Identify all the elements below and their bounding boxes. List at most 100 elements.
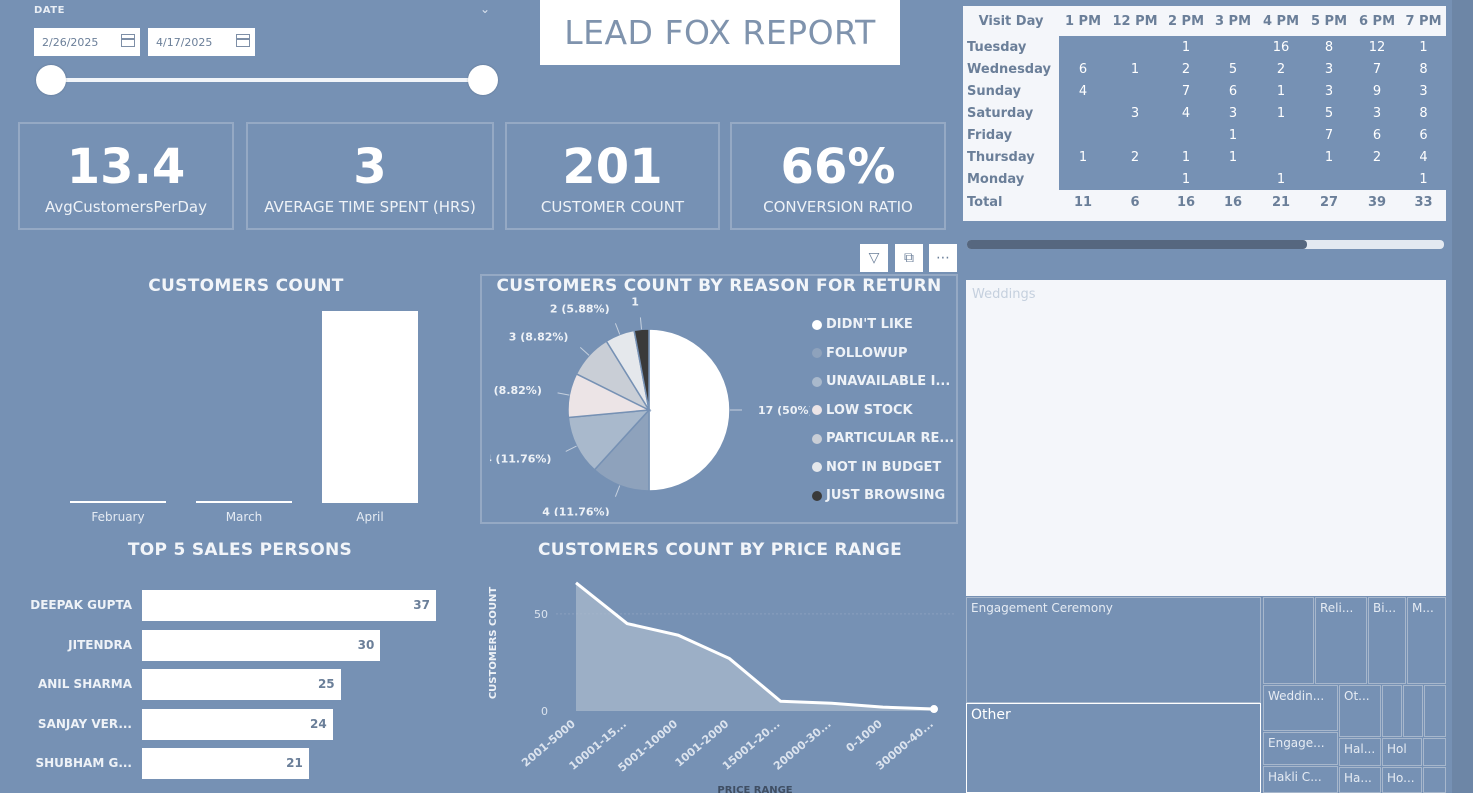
matrix-cell [1107, 168, 1163, 190]
treemap-cell[interactable]: Weddin... [1263, 685, 1338, 731]
matrix-cell: 1 [1059, 146, 1107, 168]
treemap-cell[interactable]: Ho... [1382, 767, 1422, 793]
reason-pie-chart[interactable]: 17 (50%) 4 (11.76%) 4 (11.76%) 3 (8.82%) 3 (… [490, 296, 810, 516]
calendar-icon[interactable] [121, 34, 135, 47]
matrix-row[interactable]: Friday 1 7 6 6 [963, 124, 1446, 146]
chevron-down-icon[interactable]: ⌄ [480, 2, 490, 16]
treemap-cell[interactable]: Hol [1382, 738, 1422, 766]
visit-day-matrix[interactable]: Visit Day 1 PM 12 PM 2 PM 3 PM 4 PM 5 PM 6 PM 7 … [963, 6, 1446, 221]
x-axis-label: PRICE RANGE [717, 785, 792, 793]
matrix-row[interactable]: Wednesday 6 1 2 5 2 3 7 8 [963, 58, 1446, 80]
legend-item[interactable]: JUST BROWSING [812, 488, 945, 503]
matrix-column-header[interactable]: 5 PM [1305, 6, 1353, 36]
treemap-cell[interactable]: M... [1407, 597, 1446, 684]
treemap-cell-engagement[interactable]: Engagement Ceremony [966, 597, 1261, 703]
matrix-column-header[interactable]: 1 PM [1059, 6, 1107, 36]
price-area-chart[interactable]: 0502001-500010001-15...5001-100001001-20… [480, 565, 960, 793]
sales-bar[interactable]: 30 [142, 629, 381, 661]
legend-item[interactable]: DIDN'T LIKE [812, 317, 913, 332]
legend-item[interactable]: UNAVAILABLE I... [812, 374, 950, 389]
matrix-total-row[interactable]: Total 11 6 16 16 21 27 39 33 [963, 190, 1446, 214]
matrix-cell [1257, 124, 1305, 146]
treemap-cell[interactable] [1423, 767, 1446, 793]
matrix-cell: 1 [1257, 102, 1305, 124]
scrollbar-thumb[interactable] [967, 240, 1307, 249]
treemap-label: Hol [1387, 742, 1407, 756]
legend-item[interactable]: NOT IN BUDGET [812, 460, 941, 475]
treemap-cell[interactable]: Ot... [1339, 685, 1381, 737]
treemap-cell[interactable]: Hakli C... [1263, 766, 1338, 793]
sales-person-label: SHUBHAM G... [35, 756, 132, 770]
pie-data-label: 2 (5.88%) [550, 302, 610, 315]
start-date-value: 2/26/2025 [42, 35, 99, 49]
kpi-label: AVERAGE TIME SPENT (HRS) [264, 198, 476, 216]
treemap-cell[interactable]: Bi... [1368, 597, 1406, 684]
pie-data-label: 4 (11.76%) [542, 506, 609, 516]
sales-bar[interactable]: 24 [142, 708, 333, 740]
x-tick-label: February [91, 510, 144, 524]
filter-icon[interactable]: ▽ [860, 244, 888, 272]
matrix-row-label: Wednesday [963, 58, 1059, 80]
treemap-cell[interactable] [1382, 685, 1402, 737]
matrix-column-header[interactable]: 4 PM [1257, 6, 1305, 36]
matrix-column-header[interactable]: 7 PM [1401, 6, 1446, 36]
treemap-cell[interactable] [1424, 685, 1446, 737]
treemap-cell[interactable]: Hal... [1339, 738, 1381, 766]
leader-line [639, 317, 643, 330]
legend-item[interactable]: PARTICULAR RE... [812, 431, 954, 446]
sales-bar[interactable]: 37 [142, 590, 436, 621]
matrix-column-header[interactable]: 2 PM [1163, 6, 1209, 36]
treemap-cell[interactable] [1423, 738, 1446, 766]
data-point[interactable] [930, 705, 938, 714]
more-options-icon[interactable]: ⋯ [929, 244, 957, 272]
treemap-cell[interactable] [1403, 685, 1423, 737]
treemap-label: Engagement Ceremony [971, 601, 1113, 615]
matrix-row[interactable]: Saturday 3 4 3 1 5 3 8 [963, 102, 1446, 124]
matrix-cell: 1 [1305, 146, 1353, 168]
calendar-icon[interactable] [236, 34, 250, 47]
slider-start-handle[interactable] [36, 65, 66, 95]
legend-marker [812, 462, 822, 472]
leader-line [565, 445, 577, 452]
end-date-input[interactable]: 4/17/2025 [148, 28, 255, 56]
matrix-column-header[interactable]: 12 PM [1107, 6, 1163, 36]
matrix-row[interactable]: Sunday 4 7 6 1 3 9 3 [963, 80, 1446, 102]
price-chart-title: CUSTOMERS COUNT BY PRICE RANGE [537, 540, 902, 560]
date-range-slider[interactable] [50, 78, 484, 82]
legend-item[interactable]: FOLLOWUP [812, 346, 908, 361]
matrix-cell [1305, 168, 1353, 190]
matrix-column-header[interactable]: 3 PM [1209, 6, 1257, 36]
legend-label: JUST BROWSING [826, 488, 946, 503]
start-date-input[interactable]: 2/26/2025 [34, 28, 140, 56]
matrix-row[interactable]: Thursday 1 2 1 1 1 2 4 [963, 146, 1446, 168]
bar-april[interactable] [322, 311, 418, 503]
matrix-cell: 8 [1305, 36, 1353, 58]
legend-label: PARTICULAR RE... [826, 431, 955, 446]
matrix-scrollbar[interactable] [967, 240, 1444, 249]
treemap-cell[interactable]: Reli... [1315, 597, 1367, 684]
sales-bar[interactable]: 25 [142, 669, 341, 700]
legend-item[interactable]: LOW STOCK [812, 403, 913, 418]
treemap-cell[interactable]: Engage... [1263, 732, 1338, 765]
focus-mode-icon[interactable]: ⧉ [895, 244, 923, 272]
slider-end-handle[interactable] [468, 65, 498, 95]
pie-slice[interactable] [648, 328, 731, 492]
matrix-row-header[interactable]: Visit Day [963, 6, 1059, 36]
pie-data-label: 3 (8.82%) [509, 331, 569, 344]
treemap-label: Ho... [1387, 771, 1415, 785]
legend-marker [812, 348, 822, 358]
treemap-cell[interactable]: Ha... [1339, 767, 1381, 793]
matrix-row[interactable]: Tuesday 1 16 8 12 1 [963, 36, 1446, 58]
bar-march[interactable] [196, 501, 292, 503]
matrix-cell: 9 [1353, 80, 1401, 102]
treemap-cell-other[interactable]: Other [966, 703, 1261, 793]
customers-count-chart[interactable]: February March April [60, 300, 432, 530]
matrix-cell [1107, 80, 1163, 102]
treemap-cell[interactable] [1263, 597, 1314, 684]
sales-bar[interactable]: 21 [142, 748, 309, 779]
matrix-column-header[interactable]: 6 PM [1353, 6, 1401, 36]
matrix-row[interactable]: Monday 1 1 1 [963, 168, 1446, 190]
treemap-cell-weddings[interactable]: Weddings [966, 280, 1446, 596]
bar-february[interactable] [70, 501, 166, 503]
matrix-cell: 3 [1401, 80, 1446, 102]
